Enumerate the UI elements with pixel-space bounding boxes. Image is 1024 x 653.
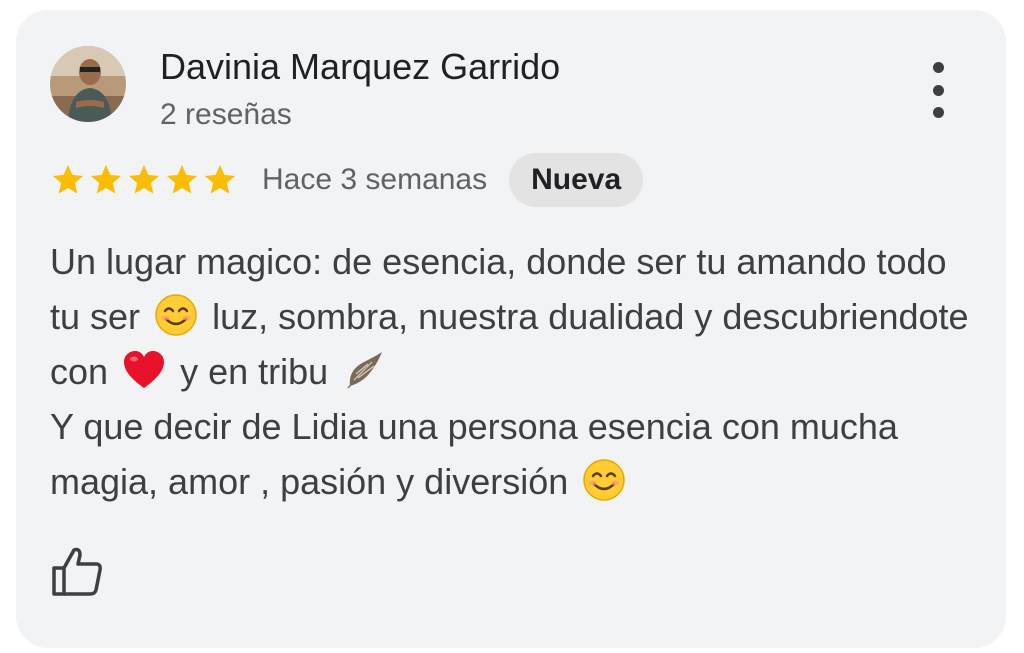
author-name[interactable]: Davinia Marquez Garrido: [160, 46, 560, 88]
review-time: Hace 3 semanas: [262, 163, 488, 196]
star-icon: [53, 165, 83, 194]
avatar[interactable]: [50, 46, 126, 122]
star-icon: [205, 165, 235, 194]
menu-dot: [932, 107, 944, 118]
review-count: 2 reseñas: [160, 98, 292, 131]
thumb-up-icon[interactable]: [50, 544, 104, 598]
review-text-segment: y en tribu: [180, 351, 329, 392]
red-heart-icon: [122, 348, 166, 392]
star-icon: [91, 165, 121, 194]
smiling-face-icon: [582, 458, 626, 502]
star-icon: [167, 165, 197, 194]
smiling-face-icon: [154, 293, 198, 337]
feather-icon: [342, 348, 386, 392]
new-badge: Nueva: [509, 153, 644, 207]
star-icon: [129, 165, 159, 194]
star-rating: [50, 162, 238, 198]
rating-row: Hace 3 semanas Nueva: [50, 152, 644, 208]
review-text: Un lugar magico: de esencia, donde ser t…: [50, 234, 980, 509]
more-vert-icon[interactable]: [924, 62, 952, 118]
menu-dot: [932, 62, 944, 73]
review-card: Davinia Marquez Garrido 2 reseñas Hace 3…: [16, 10, 1006, 648]
menu-dot: [932, 84, 944, 96]
review-text-segment: Y que decir de Lidia una persona esencia…: [50, 406, 898, 502]
